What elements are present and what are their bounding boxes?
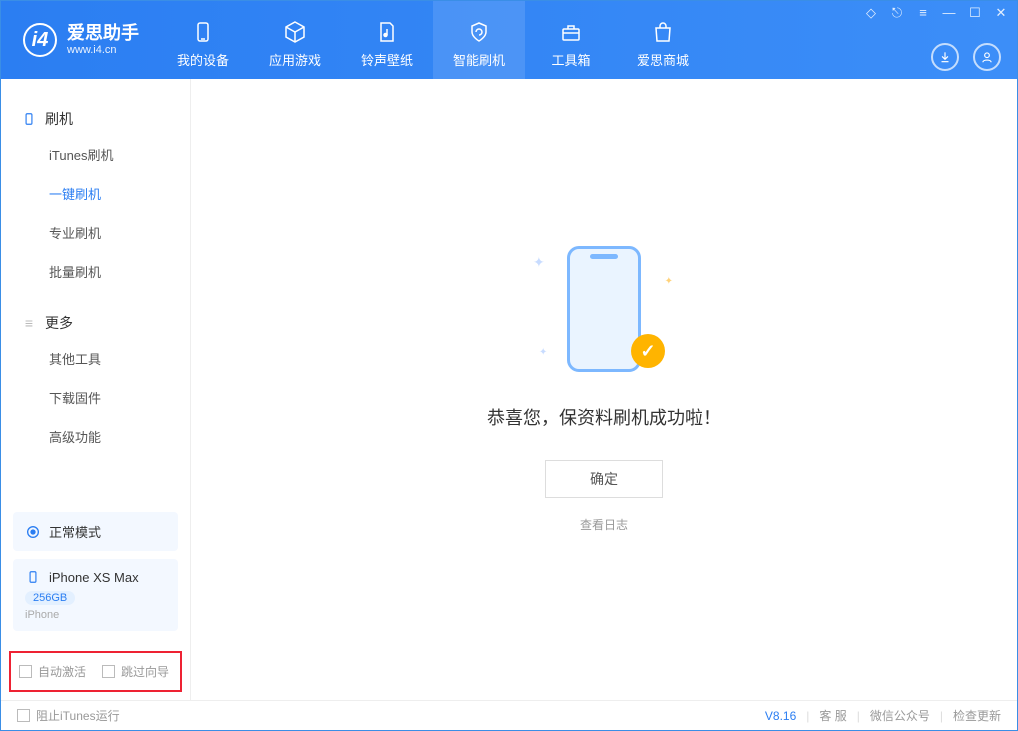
body: 刷机 iTunes刷机 一键刷机 专业刷机 批量刷机 ≡ 更多 其他工具 下载固… bbox=[1, 79, 1017, 700]
logo-icon: i4 bbox=[23, 23, 57, 57]
version-label: V8.16 bbox=[765, 709, 796, 723]
options-highlight-box: 自动激活 跳过向导 bbox=[9, 651, 182, 692]
refresh-shield-icon bbox=[467, 20, 491, 44]
nav-apps-games[interactable]: 应用游戏 bbox=[249, 1, 341, 79]
sidebar-item-pro-flash[interactable]: 专业刷机 bbox=[1, 213, 190, 252]
download-icon bbox=[938, 50, 952, 64]
nav-label: 铃声壁纸 bbox=[361, 50, 413, 69]
device-name: iPhone XS Max bbox=[49, 570, 139, 585]
checkbox-skip-guide[interactable]: 跳过向导 bbox=[102, 663, 169, 680]
view-log-link[interactable]: 查看日志 bbox=[580, 516, 628, 533]
check-badge-icon: ✓ bbox=[631, 334, 665, 368]
toolbox-icon bbox=[559, 20, 583, 44]
separator: | bbox=[806, 709, 809, 723]
nav-my-device[interactable]: 我的设备 bbox=[157, 1, 249, 79]
sidebar-group-flash: 刷机 iTunes刷机 一键刷机 专业刷机 批量刷机 bbox=[1, 95, 190, 299]
device-type: iPhone bbox=[25, 609, 166, 621]
mode-card[interactable]: 正常模式 bbox=[13, 512, 178, 551]
sidebar-group-header: 刷机 bbox=[1, 103, 190, 135]
phone-icon bbox=[567, 246, 641, 372]
checkbox-icon bbox=[19, 665, 32, 678]
sidebar-group-more: ≡ 更多 其他工具 下载固件 高级功能 bbox=[1, 299, 190, 464]
main-content: ✦ ✦ ✦ ✓ 恭喜您，保资料刷机成功啦！ 确定 查看日志 bbox=[191, 79, 1017, 700]
sidebar-group-header: ≡ 更多 bbox=[1, 307, 190, 339]
nav-label: 智能刷机 bbox=[453, 50, 505, 69]
group-title: 更多 bbox=[45, 313, 73, 333]
sparkle-icon: ✦ bbox=[533, 254, 545, 271]
device-icon bbox=[25, 569, 41, 585]
bag-icon bbox=[651, 20, 675, 44]
download-button[interactable] bbox=[931, 43, 959, 71]
nav-label: 我的设备 bbox=[177, 50, 229, 69]
menu-icon[interactable]: ≡ bbox=[915, 5, 931, 21]
device-icon bbox=[21, 111, 37, 127]
checkbox-label: 自动激活 bbox=[38, 663, 86, 680]
nav-ringtones[interactable]: 铃声壁纸 bbox=[341, 1, 433, 79]
user-button[interactable] bbox=[973, 43, 1001, 71]
window-controls: ◇ ⎋ ≡ — ☐ ✕ bbox=[863, 5, 1009, 21]
checkbox-label: 阻止iTunes运行 bbox=[36, 707, 120, 724]
app-title: 爱思助手 bbox=[67, 23, 139, 45]
minimize-icon[interactable]: — bbox=[941, 5, 957, 21]
phone-icon bbox=[191, 20, 215, 44]
music-file-icon bbox=[375, 20, 399, 44]
top-nav: 我的设备 应用游戏 铃声壁纸 智能刷机 工具箱 爱思商城 bbox=[157, 1, 709, 79]
storage-badge: 256GB bbox=[25, 591, 75, 605]
group-title: 刷机 bbox=[45, 109, 73, 129]
sidebar-item-advanced[interactable]: 高级功能 bbox=[1, 417, 190, 456]
device-card[interactable]: iPhone XS Max 256GB iPhone bbox=[13, 559, 178, 631]
app-header: i4 爱思助手 www.i4.cn 我的设备 应用游戏 铃声壁纸 智能刷机 工具… bbox=[1, 1, 1017, 79]
checkbox-block-itunes[interactable]: 阻止iTunes运行 bbox=[17, 707, 120, 724]
logo: i4 爱思助手 www.i4.cn bbox=[1, 1, 157, 79]
checkbox-icon bbox=[17, 709, 30, 722]
checkbox-auto-activate[interactable]: 自动激活 bbox=[19, 663, 86, 680]
header-right-buttons bbox=[931, 43, 1001, 71]
nav-smart-flash[interactable]: 智能刷机 bbox=[433, 1, 525, 79]
footer: 阻止iTunes运行 V8.16 | 客 服 | 微信公众号 | 检查更新 bbox=[1, 700, 1017, 730]
nav-label: 工具箱 bbox=[551, 50, 590, 69]
list-icon: ≡ bbox=[21, 315, 37, 331]
sparkle-icon: ✦ bbox=[665, 276, 673, 287]
mode-label: 正常模式 bbox=[49, 522, 101, 541]
lock-icon[interactable]: ⎋ bbox=[889, 5, 905, 21]
success-illustration: ✦ ✦ ✦ ✓ bbox=[549, 246, 659, 376]
check-update-link[interactable]: 检查更新 bbox=[953, 707, 1001, 724]
nav-label: 爱思商城 bbox=[637, 50, 689, 69]
sparkle-icon: ✦ bbox=[539, 347, 547, 358]
nav-store[interactable]: 爱思商城 bbox=[617, 1, 709, 79]
checkbox-label: 跳过向导 bbox=[121, 663, 169, 680]
user-icon bbox=[980, 50, 994, 64]
app-subtitle: www.i4.cn bbox=[67, 44, 139, 57]
sidebar-item-itunes-flash[interactable]: iTunes刷机 bbox=[1, 135, 190, 174]
shirt-icon[interactable]: ◇ bbox=[863, 5, 879, 21]
ok-button[interactable]: 确定 bbox=[545, 460, 663, 498]
mode-icon bbox=[25, 524, 41, 540]
wechat-link[interactable]: 微信公众号 bbox=[870, 707, 930, 724]
separator: | bbox=[857, 709, 860, 723]
nav-toolbox[interactable]: 工具箱 bbox=[525, 1, 617, 79]
support-link[interactable]: 客 服 bbox=[819, 707, 846, 724]
sidebar-item-oneclick-flash[interactable]: 一键刷机 bbox=[1, 174, 190, 213]
checkbox-icon bbox=[102, 665, 115, 678]
separator: | bbox=[940, 709, 943, 723]
device-cards: 正常模式 iPhone XS Max 256GB iPhone bbox=[1, 504, 190, 651]
sidebar-item-other-tools[interactable]: 其他工具 bbox=[1, 339, 190, 378]
nav-label: 应用游戏 bbox=[269, 50, 321, 69]
sidebar-item-batch-flash[interactable]: 批量刷机 bbox=[1, 252, 190, 291]
cube-icon bbox=[283, 20, 307, 44]
close-icon[interactable]: ✕ bbox=[993, 5, 1009, 21]
sidebar: 刷机 iTunes刷机 一键刷机 专业刷机 批量刷机 ≡ 更多 其他工具 下载固… bbox=[1, 79, 191, 700]
maximize-icon[interactable]: ☐ bbox=[967, 5, 983, 21]
success-message: 恭喜您，保资料刷机成功啦！ bbox=[487, 404, 721, 430]
sidebar-item-download-fw[interactable]: 下载固件 bbox=[1, 378, 190, 417]
